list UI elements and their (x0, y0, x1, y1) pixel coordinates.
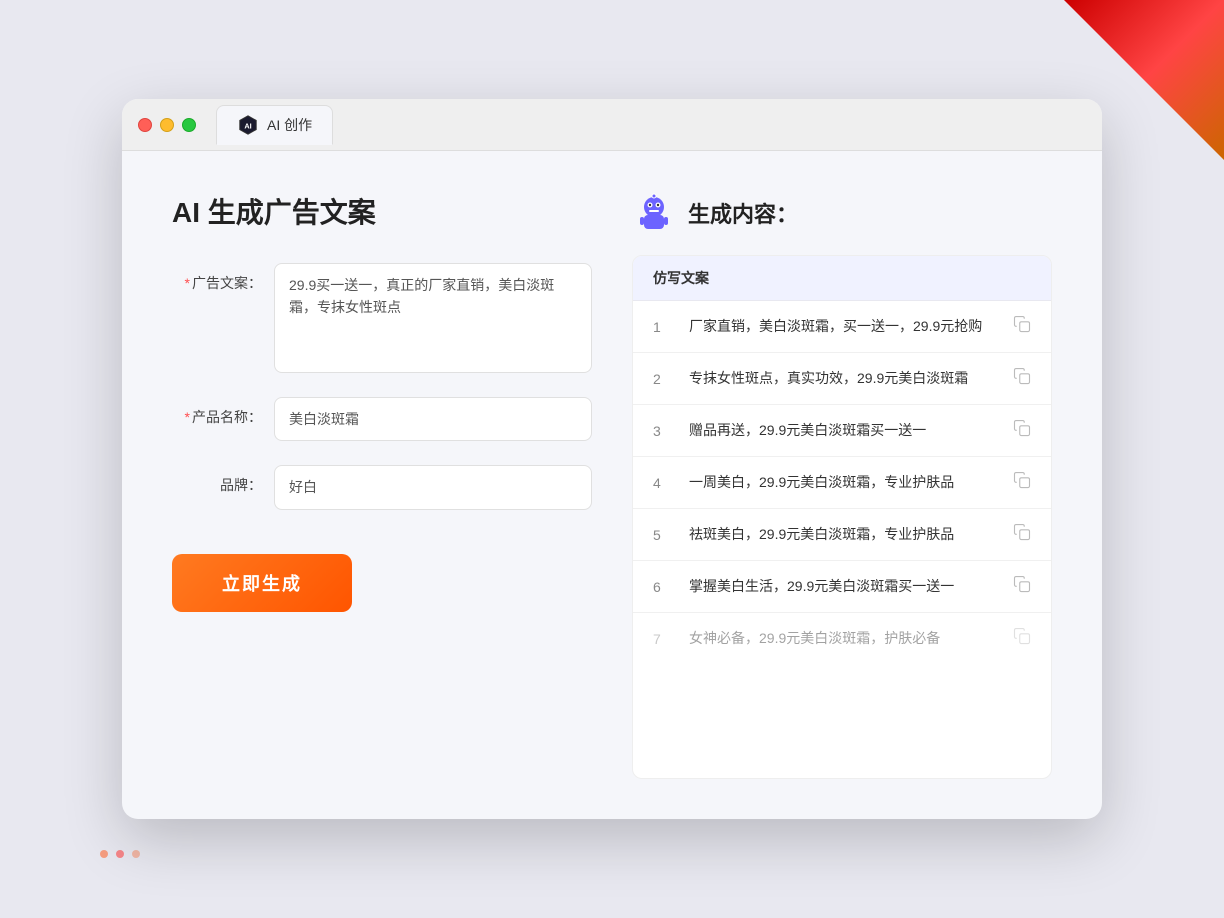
dot-2 (116, 850, 124, 858)
table-row: 4 一周美白，29.9元美白淡斑霜，专业护肤品 (633, 457, 1051, 509)
row-number: 7 (653, 631, 673, 647)
table-row: 5 祛斑美白，29.9元美白淡斑霜，专业护肤品 (633, 509, 1051, 561)
svg-text:AI: AI (244, 122, 251, 131)
traffic-light-maximize[interactable] (182, 118, 196, 132)
bottom-decoration (100, 850, 140, 858)
left-panel: AI 生成广告文案 *广告文案： *产品名称： 品牌： 立 (172, 191, 592, 779)
copy-icon[interactable] (1013, 419, 1031, 442)
row-number: 2 (653, 371, 673, 387)
copy-icon[interactable] (1013, 575, 1031, 598)
ad-copy-required: * (185, 275, 190, 291)
row-number: 3 (653, 423, 673, 439)
result-header: 生成内容： (632, 191, 1052, 235)
brand-group: 品牌： (172, 465, 592, 509)
row-text: 掌握美白生活，29.9元美白淡斑霜买一送一 (689, 576, 997, 597)
row-text: 一周美白，29.9元美白淡斑霜，专业护肤品 (689, 472, 997, 493)
generate-button[interactable]: 立即生成 (172, 554, 352, 612)
row-number: 6 (653, 579, 673, 595)
right-panel: 生成内容： 仿写文案 1 厂家直销，美白淡斑霜，买一送一，29.9元抢购 2 专抹女… (632, 191, 1052, 779)
row-text: 专抹女性斑点，真实功效，29.9元美白淡斑霜 (689, 368, 997, 389)
row-text: 祛斑美白，29.9元美白淡斑霜，专业护肤品 (689, 524, 997, 545)
table-row: 3 赠品再送，29.9元美白淡斑霜买一送一 (633, 405, 1051, 457)
table-row: 2 专抹女性斑点，真实功效，29.9元美白淡斑霜 (633, 353, 1051, 405)
product-name-label: *产品名称： (172, 397, 262, 427)
traffic-light-minimize[interactable] (160, 118, 174, 132)
ad-copy-input[interactable] (274, 263, 592, 373)
result-title: 生成内容： (688, 197, 798, 229)
browser-titlebar: AI AI 创作 (122, 99, 1102, 151)
row-text: 女神必备，29.9元美白淡斑霜，护肤必备 (689, 628, 997, 649)
copy-icon[interactable] (1013, 315, 1031, 338)
traffic-light-close[interactable] (138, 118, 152, 132)
table-row: 1 厂家直销，美白淡斑霜，买一送一，29.9元抢购 (633, 301, 1051, 353)
table-header: 仿写文案 (633, 256, 1051, 301)
browser-window: AI AI 创作 AI 生成广告文案 *广告文案： *产品名称： (122, 99, 1102, 819)
browser-content: AI 生成广告文案 *广告文案： *产品名称： 品牌： 立 (122, 151, 1102, 819)
ad-copy-group: *广告文案： (172, 263, 592, 373)
table-row: 7 女神必备，29.9元美白淡斑霜，护肤必备 (633, 613, 1051, 664)
table-row: 6 掌握美白生活，29.9元美白淡斑霜买一送一 (633, 561, 1051, 613)
copy-icon[interactable] (1013, 627, 1031, 650)
dot-1 (100, 850, 108, 858)
brand-input[interactable] (274, 465, 592, 509)
table-body: 1 厂家直销，美白淡斑霜，买一送一，29.9元抢购 2 专抹女性斑点，真实功效，29… (633, 301, 1051, 664)
row-number: 4 (653, 475, 673, 491)
copy-icon[interactable] (1013, 523, 1031, 546)
product-name-input[interactable] (274, 397, 592, 441)
row-number: 5 (653, 527, 673, 543)
traffic-lights (138, 118, 196, 132)
dot-3 (132, 850, 140, 858)
robot-icon (632, 191, 676, 235)
copy-icon[interactable] (1013, 471, 1031, 494)
row-number: 1 (653, 319, 673, 335)
product-name-required: * (185, 409, 190, 425)
ad-copy-label: *广告文案： (172, 263, 262, 293)
tab-title: AI 创作 (267, 115, 312, 135)
browser-tab[interactable]: AI AI 创作 (216, 105, 333, 145)
row-text: 厂家直销，美白淡斑霜，买一送一，29.9元抢购 (689, 316, 997, 337)
copy-icon[interactable] (1013, 367, 1031, 390)
row-text: 赠品再送，29.9元美白淡斑霜买一送一 (689, 420, 997, 441)
page-title: AI 生成广告文案 (172, 191, 592, 231)
product-name-group: *产品名称： (172, 397, 592, 441)
ai-tab-icon: AI (237, 114, 259, 136)
result-table: 仿写文案 1 厂家直销，美白淡斑霜，买一送一，29.9元抢购 2 专抹女性斑点，真实… (632, 255, 1052, 779)
brand-label: 品牌： (172, 465, 262, 495)
